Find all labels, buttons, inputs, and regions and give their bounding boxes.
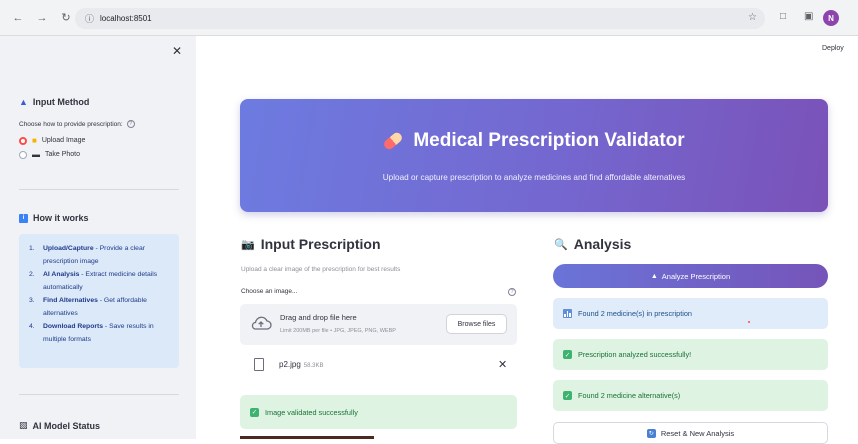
help-icon[interactable]: ? — [126, 120, 135, 128]
forward-icon[interactable]: → — [33, 9, 51, 27]
check-icon: ✓ — [563, 391, 572, 400]
check-icon: ✓ — [250, 407, 259, 417]
robot-icon: ▧ — [19, 420, 28, 430]
analysis-section-title: 🔍 Analysis — [554, 236, 632, 252]
magnifier-icon: 🔍 — [554, 238, 568, 251]
image-validated-alert: ✓ Image validated successfully — [240, 395, 517, 429]
analyze-prescription-button[interactable]: ▲ Analyze Prescription — [553, 264, 828, 288]
folder-icon: ■ — [32, 136, 37, 145]
reset-analysis-button[interactable]: ↻ Reset & New Analysis — [553, 422, 828, 444]
browser-toolbar: ← → ↻ ⓘ localhost:8501 ☆ □ ▣ N — [0, 0, 858, 36]
medicines-found-alert: Found 2 medicine(s) in prescription — [553, 298, 828, 329]
check-icon: ✓ — [563, 350, 572, 359]
input-method-header: ▲ Input Method — [19, 97, 89, 107]
how-it-works-header: i How it works — [19, 213, 89, 223]
cursor-dot — [748, 321, 750, 323]
browse-files-button[interactable]: Browse files — [446, 314, 507, 334]
test-tube-icon: ▲ — [650, 272, 658, 280]
radio-upload-image[interactable]: ■ Upload Image — [19, 136, 85, 145]
file-dropzone[interactable]: Drag and drop file here Limit 200MB per … — [240, 304, 517, 345]
uploaded-file-row: p2.jpg 58.3KB ✕ — [240, 350, 517, 378]
radio-unselected-icon[interactable] — [19, 150, 27, 159]
how-it-works-box: 1. Upload/Capture - Provide a clear presc… — [19, 234, 179, 368]
how-it-works-title: How it works — [33, 213, 89, 223]
file-icon — [254, 358, 264, 371]
pen-icon: ▲ — [19, 97, 28, 107]
sidebar: ✕ ▲ Input Method Choose how to provide p… — [0, 36, 196, 439]
choose-image-label: Choose an image... — [241, 288, 298, 295]
url-text: localhost:8501 — [100, 14, 152, 23]
model-status-title: AI Model Status — [32, 420, 101, 431]
close-sidebar-icon[interactable]: ✕ — [172, 44, 182, 58]
address-bar[interactable]: ⓘ localhost:8501 ☆ — [75, 8, 765, 29]
hero-banner: Medical Prescription Validator Upload or… — [240, 99, 828, 212]
analysis-success-alert: ✓ Prescription analyzed successfully! — [553, 339, 828, 370]
list-item: 1. Upload/Capture - Provide a clear presc… — [29, 245, 145, 265]
cloud-upload-icon — [251, 316, 272, 330]
reload-icon[interactable]: ↻ — [57, 9, 75, 27]
help-icon[interactable]: ? — [508, 288, 516, 296]
input-section-title: 📷 Input Prescription — [241, 236, 381, 252]
radio-take-photo[interactable]: ▬ Take Photo — [19, 150, 80, 159]
info-icon: i — [19, 213, 28, 223]
bookmark-star-icon[interactable]: ☆ — [748, 12, 757, 23]
file-size: 58.3KB — [303, 363, 324, 369]
sidebar-panel-icon[interactable]: ▣ — [804, 11, 813, 22]
model-status-header: ▧ AI Model Status — [19, 420, 100, 431]
file-name: p2.jpg 58.3KB — [279, 360, 324, 369]
dropzone-instruction: Drag and drop file here — [280, 313, 357, 322]
pill-icon — [382, 130, 405, 152]
hero-title: Medical Prescription Validator — [240, 130, 828, 152]
radio-selected-icon[interactable] — [19, 136, 27, 145]
site-info-icon[interactable]: ⓘ — [85, 12, 94, 25]
camera-icon: 📷 — [241, 238, 255, 251]
extensions-icon[interactable]: □ — [780, 11, 786, 22]
list-item: 3. Find Alternatives - Get affordable alt… — [29, 297, 147, 317]
remove-file-icon[interactable]: ✕ — [498, 358, 507, 371]
alternatives-found-alert: ✓ Found 2 medicine alternative(s) — [553, 380, 828, 411]
divider — [19, 189, 179, 190]
radio-label: Upload Image — [41, 137, 86, 144]
deploy-button[interactable]: Deploy — [822, 45, 844, 52]
input-caption: Upload a clear image of the prescription… — [241, 266, 401, 273]
hero-subtitle: Upload or capture prescription to analyz… — [382, 173, 686, 182]
back-icon[interactable]: ← — [9, 9, 27, 27]
camera-icon: ▬ — [32, 150, 40, 159]
divider — [19, 394, 179, 395]
choose-method-text: Choose how to provide prescription: — [19, 120, 123, 128]
profile-avatar[interactable]: N — [823, 10, 839, 26]
bar-chart-icon — [563, 309, 572, 318]
list-item: 2. AI Analysis - Extract medicine details… — [29, 271, 158, 291]
choose-method-label: Choose how to provide prescription: ? — [19, 120, 135, 128]
radio-label: Take Photo — [45, 151, 81, 158]
list-item: 4. Download Reports - Save results in mul… — [29, 323, 154, 343]
dropzone-limit: Limit 200MB per file • JPG, JPEG, PNG, W… — [280, 328, 396, 334]
input-method-title: Input Method — [32, 97, 90, 107]
refresh-icon: ↻ — [646, 428, 656, 438]
